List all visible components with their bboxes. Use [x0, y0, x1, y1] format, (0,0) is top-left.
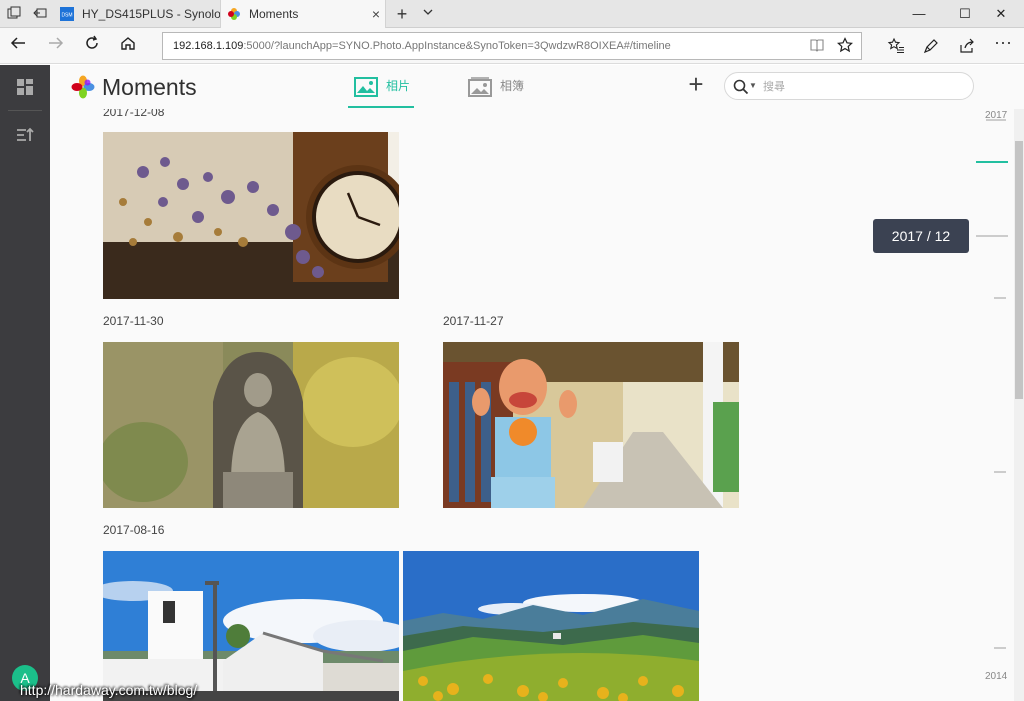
- photo-thumbnail[interactable]: [103, 551, 399, 701]
- more-menu-icon[interactable]: ⋯: [994, 34, 1012, 55]
- moments-logo-icon: [71, 75, 95, 99]
- timeline-scrubber[interactable]: 2017 2014: [974, 109, 1014, 701]
- tab-label: HY_DS415PLUS - Synology I: [82, 7, 220, 21]
- timeline-tick[interactable]: [994, 297, 1006, 299]
- refresh-button[interactable]: [80, 34, 104, 58]
- web-note-pen-icon[interactable]: [922, 37, 940, 55]
- moments-favicon-icon: [228, 8, 240, 20]
- photo-cartoon-statue-library: [443, 342, 739, 508]
- close-tab-icon[interactable]: ×: [367, 6, 385, 22]
- timeline-current-marker[interactable]: [976, 161, 1008, 163]
- app-title: Moments: [102, 74, 197, 100]
- album-icon: [468, 77, 492, 97]
- photo-stone-buddha-carving: [103, 342, 399, 508]
- tab-photos-label: 相片: [386, 79, 411, 93]
- timeline-date-tooltip: 2017 / 12: [873, 219, 969, 253]
- set-aside-tabs-icon[interactable]: [32, 6, 48, 22]
- forward-button[interactable]: [44, 34, 68, 58]
- tab-list-chevron-icon[interactable]: [420, 6, 436, 22]
- tab-moments[interactable]: Moments ×: [220, 0, 386, 28]
- address-bar[interactable]: 192.168.1.109:5000/?launchApp=SYNO.Photo…: [162, 32, 862, 60]
- dashboard-grid-icon[interactable]: [15, 77, 35, 97]
- svg-text:DSM: DSM: [61, 13, 72, 19]
- home-button[interactable]: [116, 34, 140, 58]
- tab-albums[interactable]: 相簿: [468, 77, 524, 107]
- photo-icon: [354, 77, 378, 97]
- tab-actions-icon[interactable]: [6, 6, 22, 22]
- app-sidebar: A: [0, 65, 50, 701]
- back-arrow-icon: [10, 37, 25, 49]
- search-box[interactable]: ▼: [724, 72, 974, 100]
- address-host: 192.168.1.109: [173, 40, 244, 52]
- photo-thumbnail[interactable]: [443, 342, 739, 508]
- add-button[interactable]: +: [686, 71, 706, 97]
- tab-label: Moments: [249, 7, 299, 21]
- date-header: 2017-11-27: [443, 314, 504, 328]
- scrollbar-thumb[interactable]: [1015, 141, 1023, 399]
- watermark-url: http://hardaway.com.tw/blog/: [20, 682, 198, 698]
- share-icon[interactable]: [958, 37, 976, 55]
- page-scrollbar[interactable]: [1014, 109, 1024, 701]
- favorites-hub-icon[interactable]: [887, 37, 905, 55]
- refresh-icon: [86, 35, 98, 49]
- timeline-tick[interactable]: [976, 235, 1008, 237]
- browser-titlebar: DSM HY_DS415PLUS - Synology I Moments × …: [0, 0, 1024, 28]
- date-header: 2017-11-30: [103, 314, 164, 328]
- back-button[interactable]: [6, 34, 30, 58]
- timeline-tick[interactable]: [994, 647, 1006, 649]
- favorite-star-icon[interactable]: [836, 37, 854, 55]
- new-tab-button[interactable]: +: [394, 5, 410, 23]
- timeline-tick[interactable]: [994, 471, 1006, 473]
- forward-arrow-icon: [49, 37, 64, 49]
- photo-thumbnail[interactable]: [103, 132, 399, 299]
- close-window-button[interactable]: ✕: [978, 0, 1024, 28]
- photo-white-building-blue-sky: [103, 551, 399, 701]
- browser-navbar: 192.168.1.109:5000/?launchApp=SYNO.Photo…: [0, 28, 1024, 64]
- photo-daylily-mountain-field: [403, 551, 699, 701]
- minimize-button[interactable]: —: [896, 0, 942, 28]
- tab-synology[interactable]: DSM HY_DS415PLUS - Synology I: [54, 0, 220, 28]
- photo-dried-flowers-clock: [103, 132, 399, 299]
- tab-photos[interactable]: 相片: [348, 77, 416, 108]
- app-header: Moments 相片 相簿 + ▼: [50, 65, 1024, 109]
- date-header: 2017-08-16: [103, 523, 165, 537]
- timeline-tick[interactable]: [986, 119, 1006, 121]
- dsm-favicon-icon: DSM: [60, 7, 74, 21]
- sidebar-divider: [8, 110, 42, 111]
- sort-icon[interactable]: [15, 125, 35, 145]
- address-path: :5000/?launchApp=SYNO.Photo.AppInstance&…: [243, 40, 671, 52]
- search-options-caret-icon[interactable]: ▼: [749, 81, 757, 90]
- reading-view-icon[interactable]: [808, 37, 826, 55]
- moments-app: Moments 相片 相簿 + ▼ 2017-12-08: [50, 65, 1024, 701]
- timeline-year-label: 2014: [985, 671, 1008, 682]
- search-input[interactable]: [763, 78, 963, 96]
- search-icon[interactable]: [733, 79, 749, 95]
- photo-thumbnail[interactable]: [103, 342, 399, 508]
- photo-thumbnail[interactable]: [403, 551, 699, 701]
- home-icon: [121, 37, 135, 50]
- tab-albums-label: 相簿: [500, 79, 525, 93]
